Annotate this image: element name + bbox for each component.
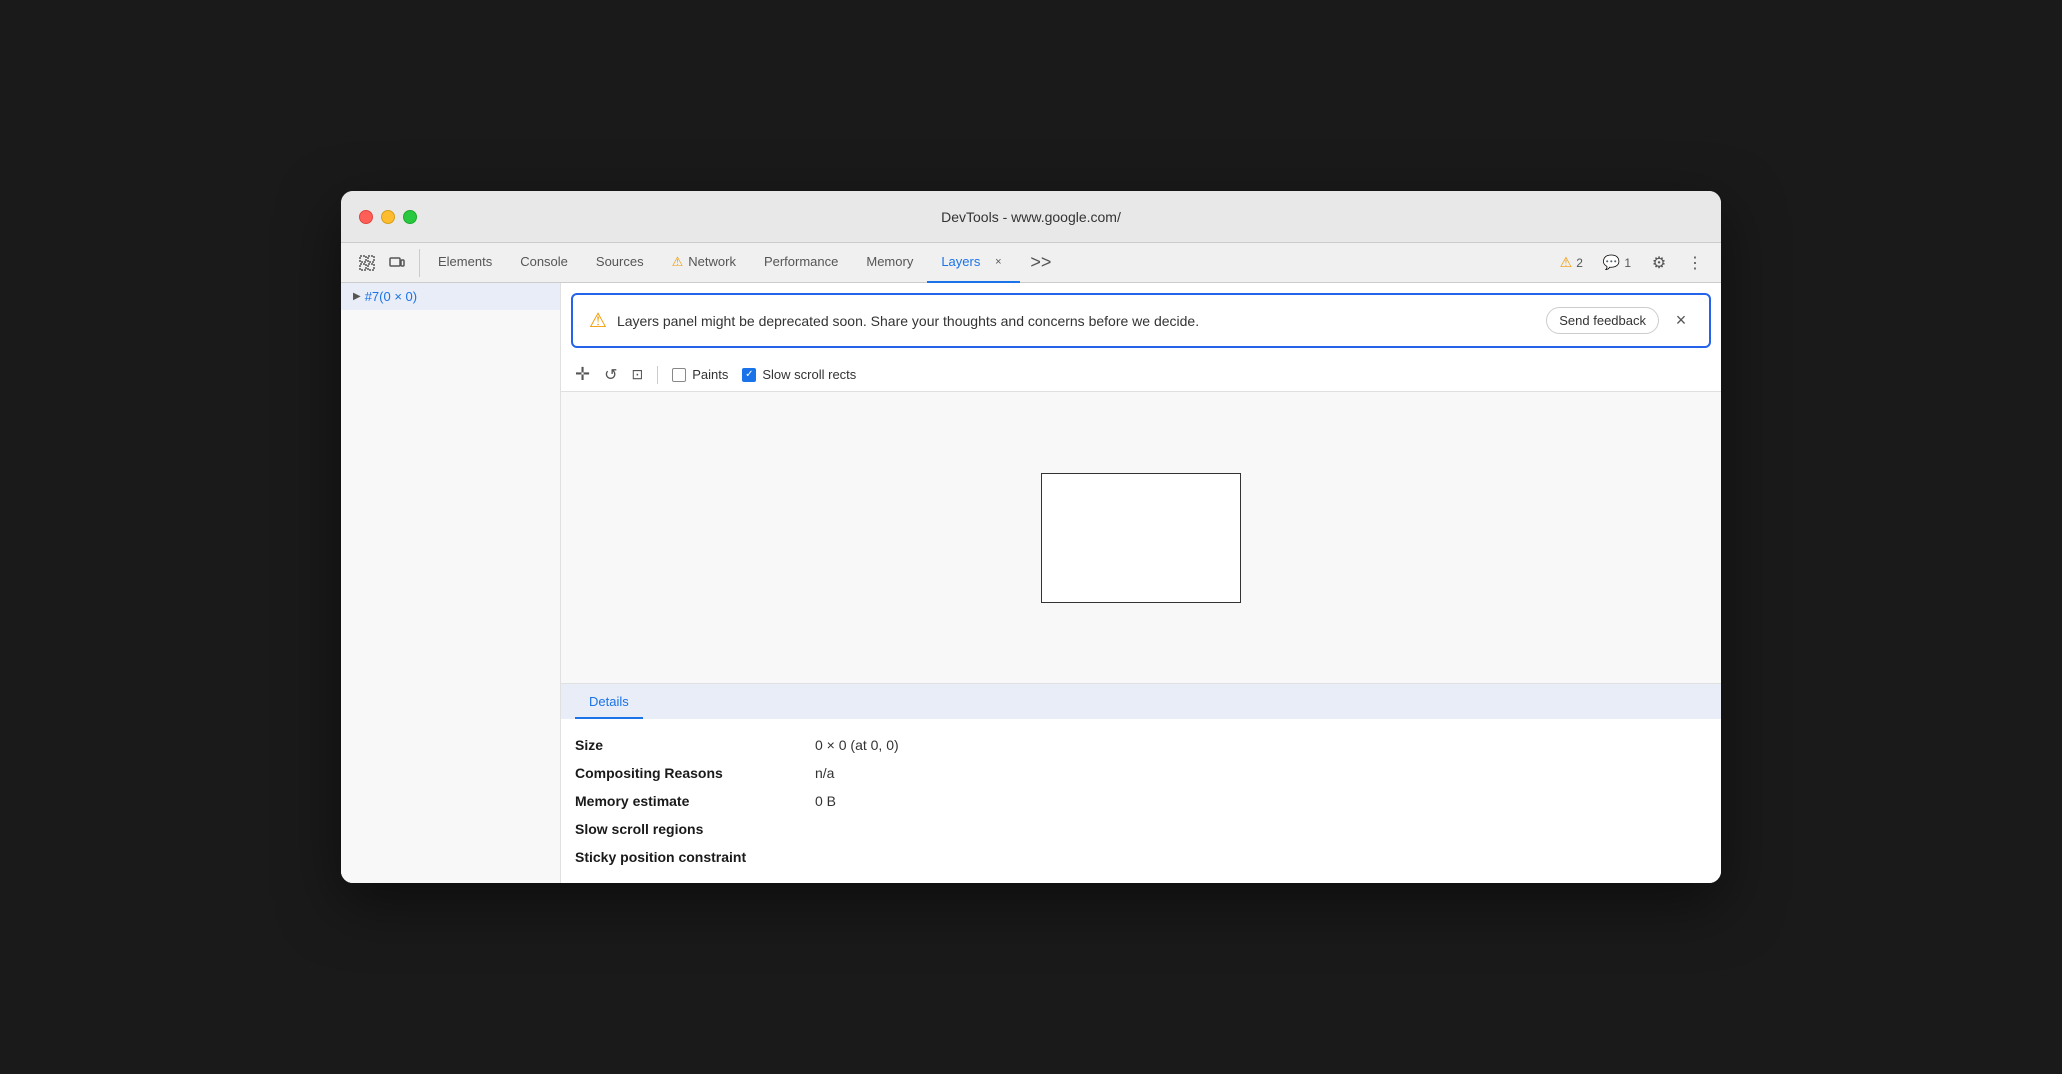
sidebar-item-layer[interactable]: ▶ #7(0 × 0) <box>341 283 560 310</box>
devtools-window: DevTools - www.google.com/ Elements <box>341 191 1721 883</box>
layer-rectangle <box>1041 473 1241 603</box>
size-value: 0 × 0 (at 0, 0) <box>815 737 899 753</box>
layers-toolbar: ✛ ↺ ⊡ Paints ✓ Slow scroll rects <box>561 358 1721 392</box>
compositing-label: Compositing Reasons <box>575 765 795 781</box>
warnings-badge[interactable]: ⚠ 2 <box>1554 250 1589 275</box>
tab-bar: Elements Console Sources ⚠ Network Perfo… <box>341 243 1721 283</box>
maximize-button[interactable] <box>403 210 417 224</box>
tab-network[interactable]: ⚠ Network <box>658 243 750 283</box>
details-panel: Details Size 0 × 0 (at 0, 0) Compositing… <box>561 684 1721 883</box>
network-warning-icon: ⚠ <box>672 254 684 270</box>
traffic-lights <box>359 210 417 224</box>
tab-sources[interactable]: Sources <box>582 243 658 283</box>
size-label: Size <box>575 737 795 753</box>
sticky-constraint-label: Sticky position constraint <box>575 849 795 865</box>
banner-warning-icon: ⚠ <box>589 308 607 333</box>
tab-bar-right: ⚠ 2 💬 1 ⚙ ⋮ <box>1554 249 1717 277</box>
tab-elements[interactable]: Elements <box>424 243 506 283</box>
tab-console[interactable]: Console <box>506 243 582 283</box>
slow-scroll-rects-checkbox[interactable]: ✓ <box>742 368 756 382</box>
tab-layers[interactable]: Layers × <box>927 243 1020 283</box>
tab-performance[interactable]: Performance <box>750 243 852 283</box>
device-toolbar-icon[interactable] <box>383 249 411 277</box>
table-row: Slow scroll regions <box>575 815 1707 843</box>
table-row: Compositing Reasons n/a <box>575 759 1707 787</box>
close-button[interactable] <box>359 210 373 224</box>
slow-scroll-rects-checkbox-label[interactable]: ✓ Slow scroll rects <box>742 367 856 382</box>
memory-value: 0 B <box>815 793 836 809</box>
warning-icon: ⚠ <box>1560 254 1573 271</box>
paints-checkbox-label[interactable]: Paints <box>672 367 728 382</box>
compositing-value: n/a <box>815 765 834 781</box>
devtools-icons <box>345 249 420 277</box>
window-title: DevTools - www.google.com/ <box>941 209 1121 225</box>
details-table: Size 0 × 0 (at 0, 0) Compositing Reasons… <box>561 719 1721 883</box>
banner-text: Layers panel might be deprecated soon. S… <box>617 313 1536 329</box>
inspect-icon[interactable] <box>353 249 381 277</box>
table-row: Size 0 × 0 (at 0, 0) <box>575 731 1707 759</box>
send-feedback-button[interactable]: Send feedback <box>1546 307 1659 334</box>
table-row: Sticky position constraint <box>575 843 1707 871</box>
comment-icon: 💬 <box>1603 254 1620 271</box>
main-content: ▶ #7(0 × 0) ⚠ Layers panel might be depr… <box>341 283 1721 883</box>
tree-arrow-icon: ▶ <box>353 291 361 302</box>
more-options-icon[interactable]: ⋮ <box>1681 249 1709 277</box>
scroll-regions-label: Slow scroll regions <box>575 821 795 837</box>
tab-overflow-button[interactable]: >> <box>1020 243 1061 283</box>
tab-layers-close[interactable]: × <box>990 254 1006 270</box>
details-header: Details <box>575 684 643 719</box>
rotate-icon[interactable]: ↺ <box>604 365 617 385</box>
table-row: Memory estimate 0 B <box>575 787 1707 815</box>
layers-canvas[interactable] <box>561 392 1721 684</box>
settings-icon[interactable]: ⚙ <box>1645 249 1673 277</box>
reset-transform-icon[interactable]: ⊡ <box>632 366 644 383</box>
tab-memory[interactable]: Memory <box>852 243 927 283</box>
deprecation-banner: ⚠ Layers panel might be deprecated soon.… <box>571 293 1711 348</box>
details-header-label: Details <box>589 694 629 717</box>
paints-checkbox[interactable] <box>672 368 686 382</box>
memory-label: Memory estimate <box>575 793 795 809</box>
title-bar: DevTools - www.google.com/ <box>341 191 1721 243</box>
toolbar-separator <box>657 366 658 384</box>
pan-icon[interactable]: ✛ <box>575 364 590 385</box>
right-panel: ⚠ Layers panel might be deprecated soon.… <box>561 283 1721 883</box>
banner-close-button[interactable]: × <box>1669 309 1693 333</box>
sidebar: ▶ #7(0 × 0) <box>341 283 561 883</box>
minimize-button[interactable] <box>381 210 395 224</box>
comments-badge[interactable]: 💬 1 <box>1597 250 1637 275</box>
